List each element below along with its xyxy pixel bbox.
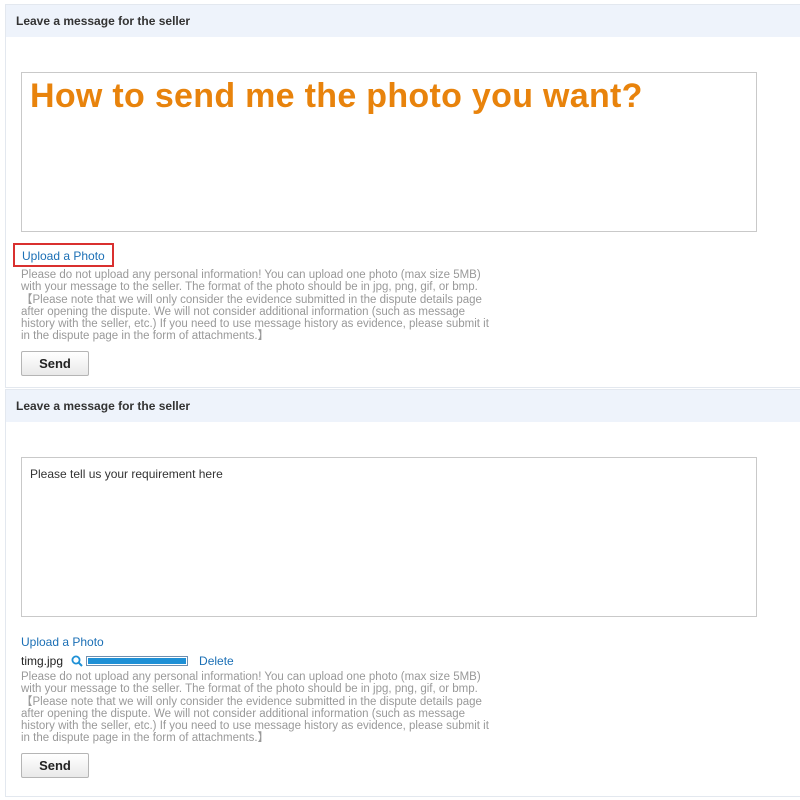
message-section-2: Leave a message for the seller Please te… [5, 389, 800, 797]
upload-progress-fill [88, 658, 187, 664]
notice-line: with your message to the seller. The for… [21, 683, 478, 696]
notice-line: Please do not upload any personal inform… [21, 269, 481, 281]
message-textarea[interactable]: How to send me the photo you want? [21, 72, 757, 232]
message-text: Please tell us your requirement here [30, 467, 223, 481]
search-icon[interactable] [71, 655, 83, 667]
upload-photo-link[interactable]: Upload a Photo [21, 635, 104, 649]
section-header: Leave a message for the seller [6, 5, 800, 37]
delete-file-link[interactable]: Delete [199, 654, 234, 668]
notice-line: in the dispute page in the form of attac… [21, 732, 270, 745]
uploaded-file-row: timg.jpg Delete [21, 654, 234, 668]
upload-notice: Please do not upload any personal inform… [21, 671, 531, 745]
notice-line: after opening the dispute. We will not c… [21, 305, 466, 318]
message-text: How to send me the photo you want? [30, 77, 643, 115]
message-textarea[interactable]: Please tell us your requirement here [21, 457, 757, 617]
upload-highlight-box: Upload a Photo [13, 243, 114, 267]
notice-line: in the dispute page in the form of attac… [21, 330, 270, 343]
notice-line: with your message to the seller. The for… [21, 281, 478, 294]
file-name: timg.jpg [21, 654, 64, 668]
notice-line: 【Please note that we will only consider … [21, 695, 482, 708]
notice-line: after opening the dispute. We will not c… [21, 707, 466, 720]
upload-progress-bar [86, 656, 189, 666]
notice-line: 【Please note that we will only consider … [21, 293, 482, 306]
notice-line: Please do not upload any personal inform… [21, 671, 481, 683]
send-button[interactable]: Send [21, 753, 89, 778]
message-section-1: Leave a message for the seller How to se… [5, 4, 800, 388]
upload-photo-link[interactable]: Upload a Photo [22, 249, 105, 263]
notice-line: history with the seller, etc.) If you ne… [21, 318, 489, 331]
send-button[interactable]: Send [21, 351, 89, 376]
upload-notice: Please do not upload any personal inform… [21, 269, 531, 343]
notice-line: history with the seller, etc.) If you ne… [21, 720, 489, 733]
section-header: Leave a message for the seller [6, 390, 800, 422]
